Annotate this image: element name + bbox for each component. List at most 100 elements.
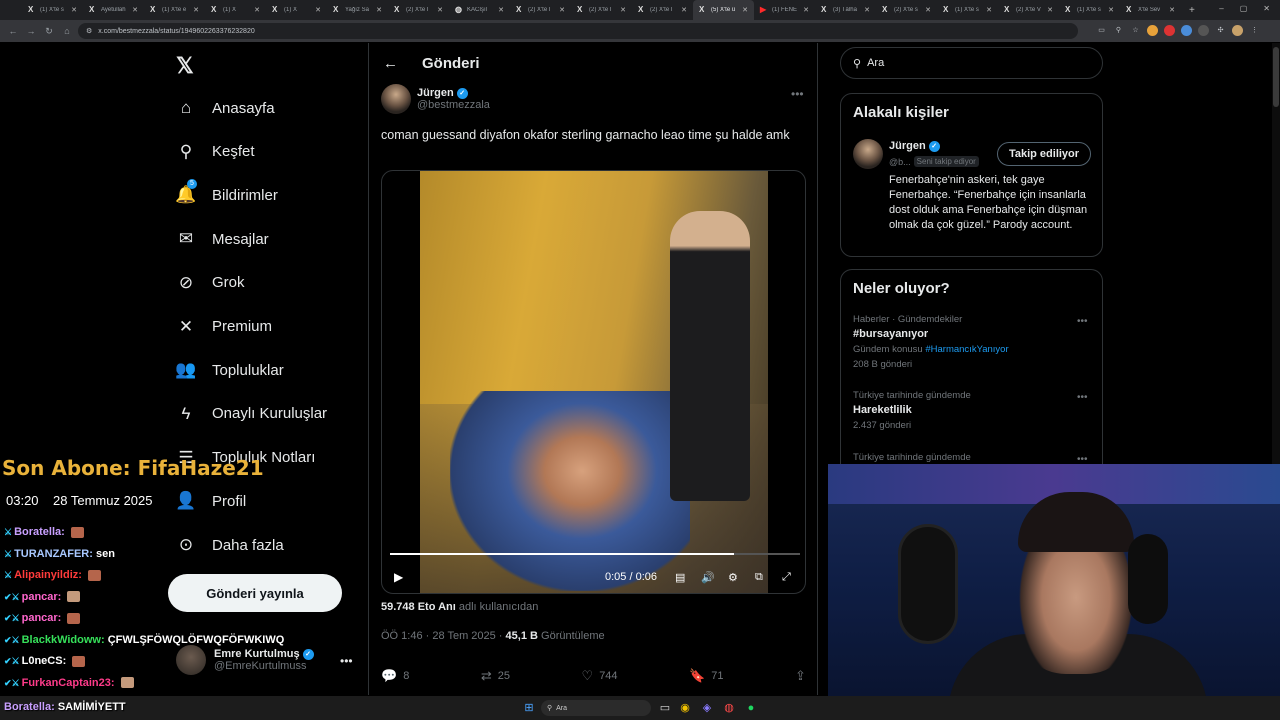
- browser-tab[interactable]: X (2) X'te I ✕: [571, 0, 632, 20]
- taskbar-search[interactable]: ⚲ Ara: [541, 700, 651, 716]
- close-tab-icon[interactable]: ✕: [437, 6, 449, 14]
- like-button[interactable]: ♡ 744: [582, 668, 618, 684]
- minimize-icon[interactable]: –: [1219, 4, 1223, 13]
- close-tab-icon[interactable]: ✕: [620, 6, 632, 14]
- related-handle[interactable]: @b...: [889, 157, 911, 167]
- related-name[interactable]: Jürgen: [889, 140, 926, 152]
- windows-start-icon[interactable]: ⊞: [522, 701, 536, 715]
- reply-button[interactable]: 💬 8: [381, 668, 409, 684]
- sidebar-item-mail[interactable]: ✉ Mesajlar: [176, 229, 269, 249]
- sidebar-item-x-premium[interactable]: ✕ Premium: [176, 317, 272, 337]
- task-view-icon[interactable]: ▭: [658, 701, 672, 715]
- home-browser-icon[interactable]: ⌂: [62, 26, 72, 36]
- close-tab-icon[interactable]: ✕: [681, 6, 693, 14]
- trend-item[interactable]: Türkiye tarihinde gündemde: [853, 452, 1093, 463]
- maximize-icon[interactable]: ▢: [1240, 4, 1248, 13]
- close-tab-icon[interactable]: ✕: [864, 6, 876, 14]
- post-timestamp[interactable]: ÖÖ 1:46 · 28 Tem 2025 ·: [381, 630, 502, 642]
- video-progress-bar[interactable]: [390, 553, 800, 555]
- browser-tab[interactable]: X (2) X'te I ✕: [388, 0, 449, 20]
- video-frame[interactable]: [420, 171, 768, 593]
- avatar[interactable]: [381, 84, 411, 114]
- browser-tab[interactable]: X X'te Sev ✕: [1120, 0, 1181, 20]
- captions-icon[interactable]: ▤: [675, 571, 685, 584]
- new-tab-icon[interactable]: +: [1189, 5, 1195, 16]
- close-tab-icon[interactable]: ✕: [559, 6, 571, 14]
- browser-tab[interactable]: ▶ (1) FENE ✕: [754, 0, 815, 20]
- browser-tab[interactable]: X (5) X'te ü ✕: [693, 0, 754, 20]
- close-tab-icon[interactable]: ✕: [315, 6, 327, 14]
- profile-avatar-icon[interactable]: [1232, 25, 1243, 36]
- following-button[interactable]: Takip ediliyor: [997, 142, 1091, 166]
- browser-tab[interactable]: X (1) X'te s ✕: [22, 0, 83, 20]
- sidebar-item-search[interactable]: ⚲ Keşfet: [176, 142, 255, 162]
- extension-icon[interactable]: [1147, 25, 1158, 36]
- bookmark-button[interactable]: 🔖 71: [689, 668, 723, 684]
- browser-tab[interactable]: X (1) X'te s ✕: [937, 0, 998, 20]
- close-tab-icon[interactable]: ✕: [132, 6, 144, 14]
- site-info-icon[interactable]: ⚙: [86, 27, 92, 35]
- close-tab-icon[interactable]: ✕: [193, 6, 205, 14]
- chrome-icon[interactable]: ◉: [678, 701, 692, 715]
- sidebar-item-communities[interactable]: 👥 Topluluklar: [175, 360, 283, 380]
- sidebar-item-more-circle[interactable]: ⊙ Daha fazla: [176, 535, 284, 555]
- url-input[interactable]: ⚙ x.com/bestmezzala/status/1949602263376…: [78, 23, 1078, 39]
- share-button[interactable]: ⇪: [795, 668, 806, 684]
- browser-tab[interactable]: X Yağız Sa ✕: [327, 0, 388, 20]
- menu-dots-icon[interactable]: ⋮: [1249, 25, 1260, 36]
- sidebar-item-grok[interactable]: ⊘ Grok: [176, 273, 245, 293]
- close-tab-icon[interactable]: ✕: [1108, 6, 1120, 14]
- extension-icon[interactable]: [1181, 25, 1192, 36]
- trend-link[interactable]: #HarmancıkYanıyor: [925, 344, 1008, 355]
- close-tab-icon[interactable]: ✕: [498, 6, 510, 14]
- sidebar-item-profile[interactable]: 👤 Profil: [175, 491, 246, 511]
- settings-gear-icon[interactable]: ⚙: [728, 571, 738, 584]
- fullscreen-icon[interactable]: ⤢: [782, 571, 791, 584]
- browser-tab[interactable]: X (3) Tâlha ✕: [815, 0, 876, 20]
- browser-tab[interactable]: X (2) X'te I ✕: [632, 0, 693, 20]
- post-button[interactable]: Gönderi yayınla: [168, 574, 342, 612]
- close-tab-icon[interactable]: ✕: [986, 6, 998, 14]
- attribution-name[interactable]: 59.748 Eto Anı: [381, 601, 456, 613]
- trend-item[interactable]: Türkiye tarihinde gündemde Hareketlilik 2.…: [853, 390, 1093, 431]
- discord-icon[interactable]: ◈: [700, 701, 714, 715]
- close-tab-icon[interactable]: ✕: [1169, 6, 1181, 14]
- close-tab-icon[interactable]: ✕: [376, 6, 388, 14]
- browser-tab[interactable]: X (1) X ✕: [266, 0, 327, 20]
- reload-icon[interactable]: ↻: [44, 26, 54, 37]
- browser-tab[interactable]: X (1) X'te e ✕: [144, 0, 205, 20]
- account-switcher[interactable]: Emre Kurtulmuş ✓ @EmreKurtulmuss: [176, 645, 314, 675]
- close-tab-icon[interactable]: ✕: [254, 6, 266, 14]
- bookmark-star-icon[interactable]: ☆: [1130, 25, 1141, 36]
- repost-button[interactable]: ⇄ 25: [481, 668, 510, 684]
- app-icon[interactable]: ◍: [722, 701, 736, 715]
- browser-tab[interactable]: X Ayetullah ✕: [83, 0, 144, 20]
- pip-icon[interactable]: ⧉: [755, 571, 763, 584]
- browser-tab[interactable]: X (2) X'te s ✕: [876, 0, 937, 20]
- sidebar-item-bell[interactable]: 🔔 5 Bildirimler: [175, 179, 278, 205]
- author-name[interactable]: Jürgen: [417, 87, 454, 99]
- play-icon[interactable]: ▶: [394, 570, 403, 584]
- close-tab-icon[interactable]: ✕: [742, 6, 754, 14]
- close-tab-icon[interactable]: ✕: [1047, 6, 1059, 14]
- account-more-icon[interactable]: •••: [340, 654, 353, 668]
- close-tab-icon[interactable]: ✕: [925, 6, 937, 14]
- cast-icon[interactable]: ▭: [1096, 25, 1107, 36]
- browser-tab[interactable]: ◍ KACIşıl ✕: [449, 0, 510, 20]
- sidebar-item-lightning[interactable]: ϟ Onaylı Kuruluşlar: [176, 404, 328, 424]
- trend-more-icon[interactable]: •••: [1077, 392, 1088, 403]
- browser-tab[interactable]: X (2) X'te V ✕: [998, 0, 1059, 20]
- trend-item[interactable]: Haberler · Gündemdekiler #bursayanıyor Gün…: [853, 314, 1093, 370]
- browser-tab[interactable]: X (2) X'te I ✕: [510, 0, 571, 20]
- sidebar-item-home[interactable]: ⌂ Anasayfa: [176, 98, 275, 118]
- browser-tab[interactable]: X (1) X'te s ✕: [1059, 0, 1120, 20]
- video-player[interactable]: ▶ 0:05 / 0:06 ▤ 🔊 ⚙ ⧉ ⤢: [381, 170, 806, 594]
- search-input[interactable]: ⚲ Ara: [840, 47, 1103, 79]
- trend-more-icon[interactable]: •••: [1077, 316, 1088, 327]
- x-logo[interactable]: 𝕏: [176, 53, 194, 79]
- volume-icon[interactable]: 🔊: [701, 571, 715, 584]
- browser-tab[interactable]: X (1) X ✕: [205, 0, 266, 20]
- extension-icon[interactable]: [1198, 25, 1209, 36]
- zoom-icon[interactable]: ⚲: [1113, 25, 1124, 36]
- back-arrow-icon[interactable]: ←: [383, 55, 398, 72]
